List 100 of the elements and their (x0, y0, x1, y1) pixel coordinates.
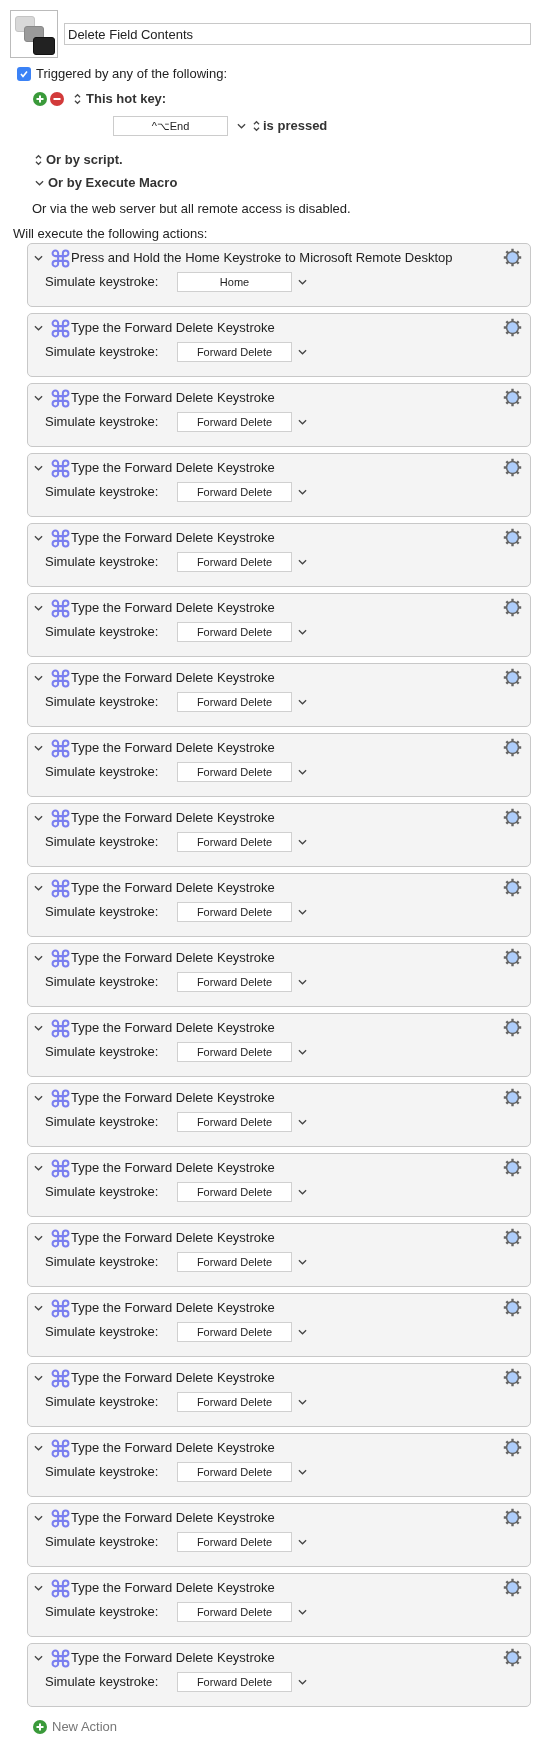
keystroke-field[interactable]: Forward Delete (177, 972, 292, 992)
gear-icon[interactable] (503, 388, 522, 407)
gear-icon[interactable] (503, 528, 522, 547)
keystroke-field[interactable]: Forward Delete (177, 1602, 292, 1622)
stepper-icon[interactable] (35, 154, 42, 166)
keystroke-field[interactable]: Forward Delete (177, 1462, 292, 1482)
chevron-icon[interactable] (298, 489, 307, 495)
keystroke-field[interactable]: Forward Delete (177, 902, 292, 922)
chevron-icon[interactable] (34, 535, 43, 541)
action-card[interactable]: Type the Forward Delete Keystroke Simulate keystroke: Forward Delete (27, 1363, 531, 1427)
chevron-icon[interactable] (34, 745, 43, 751)
chevron-icon[interactable] (298, 769, 307, 775)
hotkey-field[interactable]: ^⌥End (113, 116, 228, 136)
gear-icon[interactable] (503, 1368, 522, 1387)
keystroke-field[interactable]: Forward Delete (177, 692, 292, 712)
action-card[interactable]: Type the Forward Delete Keystroke Simulate keystroke: Forward Delete (27, 1433, 531, 1497)
chevron-icon[interactable] (34, 325, 43, 331)
action-card[interactable]: Type the Forward Delete Keystroke Simulate keystroke: Forward Delete (27, 1643, 531, 1707)
chevron-icon[interactable] (298, 1399, 307, 1405)
gear-icon[interactable] (503, 248, 522, 267)
keystroke-field[interactable]: Forward Delete (177, 1532, 292, 1552)
action-card[interactable]: Type the Forward Delete Keystroke Simulate keystroke: Forward Delete (27, 1503, 531, 1567)
chevron-icon[interactable] (298, 1329, 307, 1335)
chevron-icon[interactable] (298, 1259, 307, 1265)
action-card[interactable]: Type the Forward Delete Keystroke Simulate keystroke: Forward Delete (27, 523, 531, 587)
action-card[interactable]: Type the Forward Delete Keystroke Simulate keystroke: Forward Delete (27, 873, 531, 937)
gear-icon[interactable] (503, 318, 522, 337)
chevron-icon[interactable] (298, 1679, 307, 1685)
keystroke-field[interactable]: Forward Delete (177, 1112, 292, 1132)
keystroke-field[interactable]: Forward Delete (177, 1182, 292, 1202)
keystroke-field[interactable]: Forward Delete (177, 832, 292, 852)
chevron-icon[interactable] (298, 419, 307, 425)
chevron-icon[interactable] (34, 675, 43, 681)
chevron-icon[interactable] (34, 1025, 43, 1031)
chevron-icon[interactable] (34, 1165, 43, 1171)
gear-icon[interactable] (503, 1438, 522, 1457)
action-card[interactable]: Type the Forward Delete Keystroke Simulate keystroke: Forward Delete (27, 943, 531, 1007)
action-card[interactable]: Type the Forward Delete Keystroke Simulate keystroke: Forward Delete (27, 453, 531, 517)
gear-icon[interactable] (503, 1088, 522, 1107)
keystroke-field[interactable]: Forward Delete (177, 1042, 292, 1062)
action-card[interactable]: Type the Forward Delete Keystroke Simulate keystroke: Forward Delete (27, 1083, 531, 1147)
checkbox[interactable] (17, 67, 31, 81)
chevron-icon[interactable] (34, 1515, 43, 1521)
chevron-icon[interactable] (35, 180, 44, 186)
macro-name-field[interactable]: Delete Field Contents (64, 23, 531, 45)
chevron-icon[interactable] (34, 605, 43, 611)
chevron-icon[interactable] (34, 255, 43, 261)
chevron-icon[interactable] (298, 349, 307, 355)
chevron-icon[interactable] (34, 1235, 43, 1241)
chevron-icon[interactable] (298, 909, 307, 915)
action-card[interactable]: Type the Forward Delete Keystroke Simulate keystroke: Forward Delete (27, 663, 531, 727)
action-card[interactable]: Type the Forward Delete Keystroke Simulate keystroke: Forward Delete (27, 1573, 531, 1637)
chevron-icon[interactable] (237, 123, 246, 129)
action-card[interactable]: Type the Forward Delete Keystroke Simulate keystroke: Forward Delete (27, 1153, 531, 1217)
keystroke-field[interactable]: Forward Delete (177, 1672, 292, 1692)
add-icon[interactable] (33, 1719, 47, 1734)
add-icon[interactable] (33, 92, 47, 106)
chevron-icon[interactable] (34, 1585, 43, 1591)
chevron-icon[interactable] (298, 699, 307, 705)
gear-icon[interactable] (503, 808, 522, 827)
gear-icon[interactable] (503, 668, 522, 687)
chevron-icon[interactable] (34, 1445, 43, 1451)
action-card[interactable]: Type the Forward Delete Keystroke Simulate keystroke: Forward Delete (27, 1013, 531, 1077)
keystroke-field[interactable]: Forward Delete (177, 1322, 292, 1342)
chevron-icon[interactable] (298, 1539, 307, 1545)
chevron-icon[interactable] (298, 1119, 307, 1125)
gear-icon[interactable] (503, 458, 522, 477)
remove-icon[interactable] (50, 92, 64, 106)
chevron-icon[interactable] (298, 629, 307, 635)
action-card[interactable]: Type the Forward Delete Keystroke Simulate keystroke: Forward Delete (27, 733, 531, 797)
stepper-icon[interactable] (74, 93, 81, 105)
chevron-icon[interactable] (34, 465, 43, 471)
chevron-icon[interactable] (34, 1305, 43, 1311)
gear-icon[interactable] (503, 1298, 522, 1317)
keystroke-field[interactable]: Forward Delete (177, 1392, 292, 1412)
action-card[interactable]: Type the Forward Delete Keystroke Simulate keystroke: Forward Delete (27, 1223, 531, 1287)
chevron-icon[interactable] (34, 885, 43, 891)
keystroke-field[interactable]: Forward Delete (177, 342, 292, 362)
gear-icon[interactable] (503, 1578, 522, 1597)
keystroke-field[interactable]: Forward Delete (177, 482, 292, 502)
action-card[interactable]: Type the Forward Delete Keystroke Simulate keystroke: Forward Delete (27, 803, 531, 867)
action-card[interactable]: Press and Hold the Home Keystroke to Microsoft Remote Desktop Simulate keystroke: Home (27, 243, 531, 307)
chevron-icon[interactable] (298, 1469, 307, 1475)
action-card[interactable]: Type the Forward Delete Keystroke Simulate keystroke: Forward Delete (27, 313, 531, 377)
gear-icon[interactable] (503, 948, 522, 967)
action-card[interactable]: Type the Forward Delete Keystroke Simulate keystroke: Forward Delete (27, 593, 531, 657)
chevron-icon[interactable] (298, 279, 307, 285)
chevron-icon[interactable] (298, 1049, 307, 1055)
stepper-icon[interactable] (253, 120, 260, 132)
gear-icon[interactable] (503, 878, 522, 897)
macro-icon[interactable] (10, 10, 58, 58)
chevron-icon[interactable] (298, 1189, 307, 1195)
new-action-button[interactable]: New Action (52, 1717, 118, 1737)
chevron-icon[interactable] (34, 395, 43, 401)
gear-icon[interactable] (503, 1228, 522, 1247)
chevron-icon[interactable] (298, 839, 307, 845)
action-card[interactable]: Type the Forward Delete Keystroke Simulate keystroke: Forward Delete (27, 1293, 531, 1357)
chevron-icon[interactable] (34, 815, 43, 821)
keystroke-field[interactable]: Forward Delete (177, 412, 292, 432)
keystroke-field[interactable]: Forward Delete (177, 552, 292, 572)
